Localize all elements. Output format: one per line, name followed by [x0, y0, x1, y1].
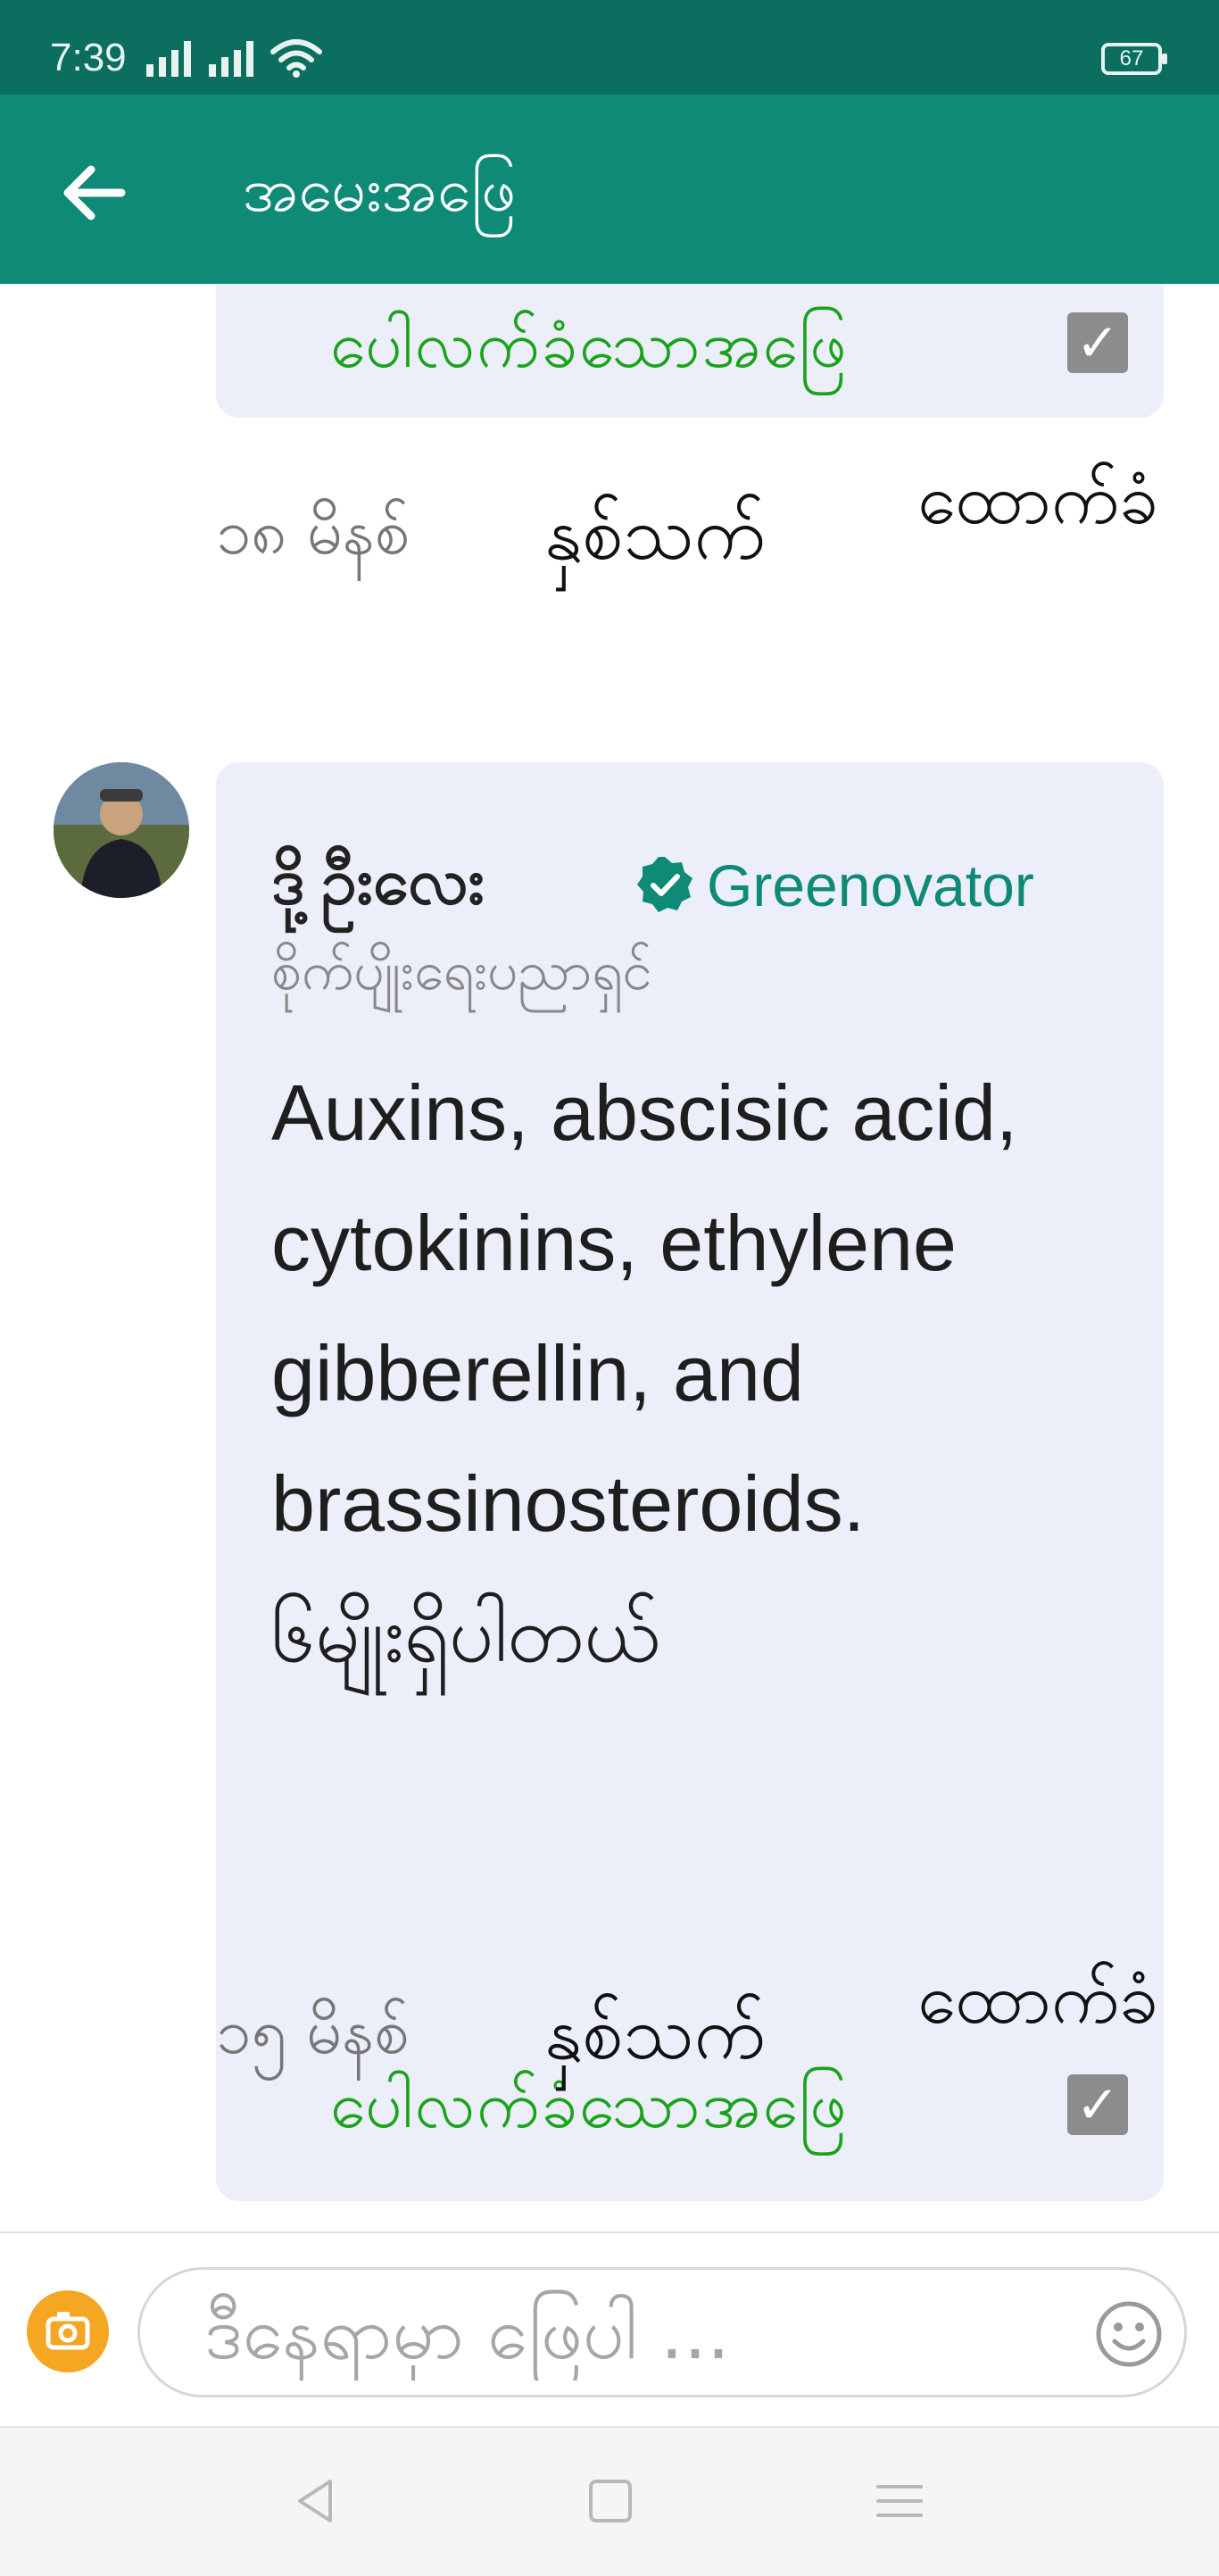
- like-button[interactable]: နှစ်သက်: [544, 487, 766, 595]
- answer-input[interactable]: [203, 2286, 1045, 2381]
- answer-meta-row: ၁၅ မိနစ် နှစ်သက် ထောက်ခံ: [216, 1953, 1164, 2140]
- answers-list: ပေါလက်ခံသောအဖြေ ✓ ၁၈ မိနစ် နှစ်သက် ထောက်…: [0, 284, 1219, 2231]
- status-bar: 7:39 67: [0, 0, 1219, 95]
- answer-time: ၁၅ မိနစ်: [216, 1995, 410, 2068]
- answer-meta-row: ၁၈ မိနစ် နှစ်သက် ထောက်ခံ: [216, 453, 1164, 641]
- camera-icon: [46, 2312, 90, 2350]
- support-button[interactable]: ထောက်ခံ: [917, 453, 1158, 546]
- answer-text-line: brassinosteroids.: [271, 1459, 866, 1548]
- app-bar: အမေးအဖြေ: [0, 95, 1219, 284]
- signal-icon: [146, 39, 200, 77]
- answer-text: Auxins, abscisic acid, cytokinins, ethyl…: [271, 1048, 1128, 1699]
- wifi-icon: [270, 39, 322, 78]
- support-button[interactable]: ထောက်ခံ: [917, 1953, 1158, 2046]
- smiley-icon[interactable]: [1093, 2298, 1165, 2370]
- author-title: စိုက်ပျိုးရေးပညာရှင်: [271, 940, 652, 1002]
- menu-lines-icon[interactable]: [873, 2474, 926, 2528]
- square-home-icon[interactable]: [584, 2474, 637, 2528]
- accepted-answer-label: ပေါလက်ခံသောအဖြေ: [330, 307, 849, 382]
- answer-composer: [0, 2231, 1219, 2428]
- signal-icon-2: [209, 39, 262, 77]
- back-arrow-icon[interactable]: [50, 148, 139, 237]
- author-name[interactable]: ဒို့ဦးလေး: [271, 841, 485, 935]
- answer-card: ပေါလက်ခံသောအဖြေ ✓: [216, 284, 1164, 418]
- avatar-image: [54, 762, 189, 898]
- page-title: အမေးအဖြေ: [243, 155, 517, 226]
- like-button[interactable]: နှစ်သက်: [544, 1987, 766, 2095]
- checkbox-checked-icon[interactable]: ✓: [1067, 312, 1128, 373]
- answer-text-line: cytokinins, ethylene: [271, 1199, 957, 1287]
- system-nav-bar: [0, 2426, 1219, 2576]
- answer-input-box: [137, 2267, 1187, 2397]
- author-badge: Greenovator: [707, 852, 1034, 918]
- triangle-back-icon[interactable]: [289, 2474, 343, 2528]
- status-time: 7:39: [50, 36, 127, 79]
- verified-check-icon: [637, 857, 692, 912]
- battery-indicator: 67: [1101, 43, 1167, 75]
- camera-button[interactable]: [27, 2290, 109, 2372]
- answer-text-line: ၆မျိုးရှိပါတယ်: [271, 1590, 660, 1678]
- answer-text-line: gibberellin, and: [271, 1329, 804, 1417]
- avatar[interactable]: [54, 762, 189, 898]
- answer-time: ၁၈ မိနစ်: [216, 495, 410, 569]
- answer-text-line: Auxins, abscisic acid,: [271, 1068, 1018, 1157]
